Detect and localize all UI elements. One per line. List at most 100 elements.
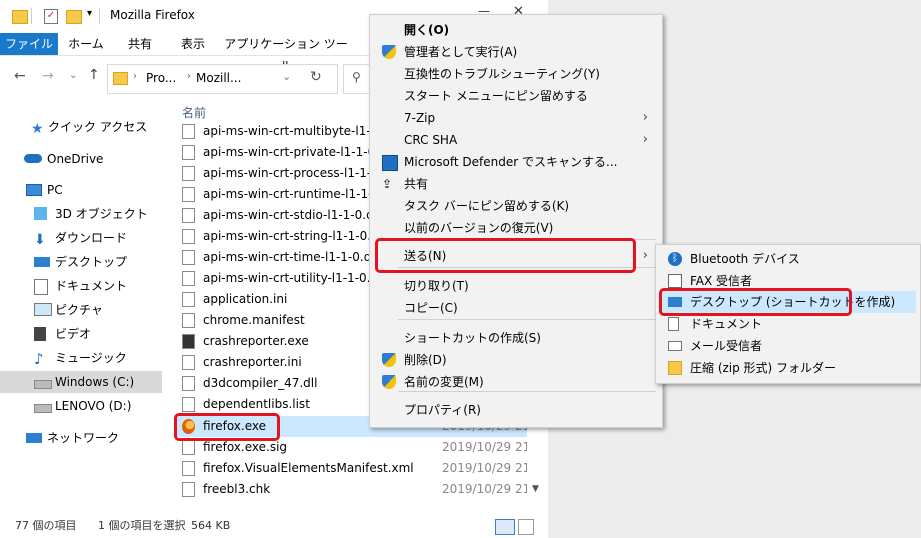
menu-item-open[interactable]: 開く(O) bbox=[372, 19, 658, 41]
large-icons-view-icon[interactable] bbox=[518, 519, 534, 535]
nav-item-desktop[interactable]: デスクトップ bbox=[0, 251, 162, 273]
navigation-pane: ★ クイック アクセス OneDrive PC 3D オブジェクト ⬇ ダウンロ… bbox=[0, 96, 165, 514]
menu-item-label: プロパティ(R) bbox=[404, 403, 481, 417]
menu-item-label: スタート メニューにピン留めする bbox=[404, 89, 588, 103]
sendto-item-zip-folder[interactable]: 圧縮 (zip 形式) フォルダー bbox=[658, 357, 916, 379]
nav-label: ビデオ bbox=[55, 327, 92, 341]
nav-label: ダウンロード bbox=[55, 231, 128, 245]
tab-share[interactable]: 共有 bbox=[118, 33, 162, 55]
star-icon: ★ bbox=[31, 121, 44, 137]
menu-item-label: 開く(O) bbox=[404, 23, 450, 37]
address-dropdown-icon[interactable]: ⌄ bbox=[282, 70, 291, 83]
menu-separator bbox=[398, 391, 656, 392]
nav-item-pictures[interactable]: ピクチャ bbox=[0, 299, 162, 321]
firefox-highlight-box bbox=[174, 413, 280, 441]
menu-item-share[interactable]: ⇪ 共有 bbox=[372, 173, 658, 195]
file-name: crashreporter.ini bbox=[203, 355, 302, 369]
menu-item-run-as-admin[interactable]: 管理者として実行(A) bbox=[372, 41, 658, 63]
column-header-name[interactable]: 名前 bbox=[182, 104, 206, 121]
customize-quick-access-icon[interactable]: ▾ bbox=[87, 8, 92, 19]
context-menu: 開く(O) 管理者として実行(A) 互換性のトラブルシューティング(Y) スタート メ… bbox=[369, 14, 663, 428]
nav-item-quick-access[interactable]: ★ クイック アクセス bbox=[0, 116, 162, 138]
picture-icon bbox=[34, 303, 52, 316]
nav-item-windows-c[interactable]: Windows (C:) bbox=[0, 371, 162, 393]
tab-home[interactable]: ホーム bbox=[62, 33, 110, 55]
nav-label: OneDrive bbox=[47, 152, 104, 166]
refresh-icon[interactable]: ↻ bbox=[310, 69, 322, 85]
recent-chevron-icon[interactable]: ⌄ bbox=[69, 70, 77, 81]
file-name: dependentlibs.list bbox=[203, 397, 310, 411]
menu-item-cut[interactable]: 切り取り(T) bbox=[372, 275, 658, 297]
uac-shield-icon bbox=[382, 375, 396, 389]
nav-item-downloads[interactable]: ⬇ ダウンロード bbox=[0, 227, 162, 249]
nav-label: Windows (C:) bbox=[55, 375, 135, 389]
nav-item-onedrive[interactable]: OneDrive bbox=[0, 148, 162, 170]
menu-item-pin-to-taskbar[interactable]: タスク バーにピン留めする(K) bbox=[372, 195, 658, 217]
sendto-item-label: Bluetooth デバイス bbox=[690, 252, 800, 266]
menu-item-defender-scan[interactable]: Microsoft Defender でスキャンする... bbox=[372, 151, 658, 173]
address-field[interactable]: › Pro... › Mozill... ⌄ ↻ bbox=[107, 64, 338, 94]
nav-label: ネットワーク bbox=[47, 431, 120, 445]
nav-item-videos[interactable]: ビデオ bbox=[0, 323, 162, 345]
menu-item-crc-sha[interactable]: CRC SHA › bbox=[372, 129, 658, 151]
fax-icon bbox=[668, 274, 682, 288]
tab-file[interactable]: ファイル bbox=[0, 33, 58, 55]
sendto-item-documents[interactable]: ドキュメント bbox=[658, 313, 916, 335]
nav-item-network[interactable]: ネットワーク bbox=[0, 427, 162, 449]
settings-file-icon bbox=[182, 229, 195, 244]
up-arrow-icon[interactable]: ↑ bbox=[88, 67, 100, 83]
new-folder-icon[interactable] bbox=[66, 10, 82, 24]
nav-item-3d-objects[interactable]: 3D オブジェクト bbox=[0, 203, 162, 225]
menu-item-create-shortcut[interactable]: ショートカットの作成(S) bbox=[372, 327, 658, 349]
video-icon bbox=[34, 327, 46, 341]
sendto-item-mail-recipient[interactable]: メール受信者 bbox=[658, 335, 916, 357]
menu-item-label: ショートカットの作成(S) bbox=[404, 331, 541, 345]
nav-item-music[interactable]: ♪ ミュージック bbox=[0, 347, 162, 369]
menu-item-7zip[interactable]: 7-Zip › bbox=[372, 107, 658, 129]
document-icon bbox=[34, 279, 48, 295]
nav-item-documents[interactable]: ドキュメント bbox=[0, 275, 162, 297]
menu-item-pin-to-start[interactable]: スタート メニューにピン留めする bbox=[372, 85, 658, 107]
menu-item-label: 切り取り(T) bbox=[404, 279, 469, 293]
file-icon bbox=[182, 292, 195, 307]
breadcrumb-segment[interactable]: Pro... bbox=[146, 71, 176, 85]
search-icon: ⚲ bbox=[352, 70, 361, 84]
menu-item-label: 共有 bbox=[404, 177, 429, 191]
settings-file-icon bbox=[182, 166, 195, 181]
forward-arrow-icon[interactable]: → bbox=[42, 68, 54, 84]
menu-item-rename[interactable]: 名前の変更(M) bbox=[372, 371, 658, 393]
mail-icon bbox=[668, 341, 682, 351]
settings-file-icon bbox=[182, 145, 195, 160]
tab-application-tools[interactable]: アプリケーション ツール bbox=[224, 33, 348, 73]
nav-label: 3D オブジェクト bbox=[55, 207, 148, 221]
share-icon: ⇪ bbox=[382, 177, 393, 191]
menu-item-label: 互換性のトラブルシューティング(Y) bbox=[404, 67, 600, 81]
file-icon bbox=[182, 482, 195, 497]
file-name: api-ms-win-crt-stdio-l1-1-0.dll bbox=[203, 208, 381, 222]
menu-item-copy[interactable]: コピー(C) bbox=[372, 297, 658, 319]
selected-size: 564 KB bbox=[191, 519, 231, 532]
menu-item-troubleshoot-compat[interactable]: 互換性のトラブルシューティング(Y) bbox=[372, 63, 658, 85]
file-name: crashreporter.exe bbox=[203, 334, 309, 348]
music-note-icon: ♪ bbox=[34, 350, 44, 368]
cube-icon bbox=[34, 207, 47, 220]
nav-item-pc[interactable]: PC bbox=[0, 179, 162, 201]
file-row[interactable]: freebl3.chk 2019/10/29 21:4 bbox=[177, 479, 542, 500]
nav-label: クイック アクセス bbox=[48, 120, 148, 134]
sendto-item-label: メール受信者 bbox=[690, 339, 763, 353]
menu-item-delete[interactable]: 削除(D) bbox=[372, 349, 658, 371]
tab-view[interactable]: 表示 bbox=[170, 33, 216, 55]
breadcrumb-segment[interactable]: Mozill... bbox=[196, 71, 241, 85]
properties-check-icon[interactable]: ✓ bbox=[44, 9, 58, 24]
nav-item-lenovo-d[interactable]: LENOVO (D:) bbox=[0, 395, 162, 417]
scroll-down-icon[interactable]: ▼ bbox=[532, 484, 539, 494]
file-row[interactable]: firefox.VisualElementsManifest.xml 2019/1… bbox=[177, 458, 542, 479]
drive-icon bbox=[34, 404, 52, 413]
details-view-icon[interactable] bbox=[495, 519, 515, 535]
back-arrow-icon[interactable]: ← bbox=[14, 68, 26, 84]
application-icon bbox=[182, 334, 195, 349]
menu-item-properties[interactable]: プロパティ(R) bbox=[372, 399, 658, 421]
menu-item-restore-previous[interactable]: 以前のバージョンの復元(V) bbox=[372, 217, 658, 239]
sendto-item-label: ドキュメント bbox=[690, 317, 763, 331]
sendto-item-bluetooth[interactable]: ᛒ Bluetooth デバイス bbox=[658, 248, 916, 270]
